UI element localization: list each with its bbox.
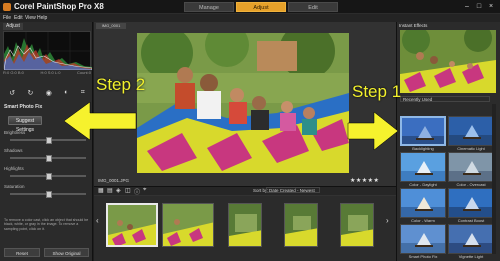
menu-edit[interactable]: Edit bbox=[14, 14, 23, 22]
folder-icon[interactable]: ▤ bbox=[107, 187, 113, 194]
effect-preset[interactable] bbox=[400, 188, 446, 218]
brightness-slider-knob[interactable] bbox=[46, 137, 52, 144]
filmstrip-thumb[interactable] bbox=[162, 203, 214, 247]
effect-preset-label: Color - Overcast bbox=[456, 182, 486, 187]
effect-preset[interactable] bbox=[400, 224, 446, 254]
instant-effects-preview bbox=[400, 30, 496, 93]
tab-manage[interactable]: Manage bbox=[184, 2, 234, 12]
effect-preset[interactable] bbox=[448, 188, 494, 218]
saturation-label: Saturation bbox=[4, 184, 25, 189]
rotate-left-icon[interactable]: ↺ bbox=[9, 89, 15, 97]
panel-tab-adjust[interactable]: Adjust bbox=[3, 23, 23, 30]
grid-view-icon[interactable]: ▦ bbox=[98, 187, 104, 194]
shadows-label: Shadows bbox=[4, 148, 23, 153]
chevron-right-icon[interactable]: › bbox=[386, 216, 389, 225]
step-1-label: Step 1 bbox=[352, 82, 402, 101]
menu-view[interactable]: View bbox=[25, 14, 36, 22]
brightness-label: Brightness bbox=[4, 130, 26, 135]
arrow-left-annotation bbox=[63, 101, 137, 141]
filmstrip-thumb[interactable] bbox=[284, 203, 318, 247]
menu-help[interactable]: Help bbox=[37, 14, 47, 22]
effect-preset-label: Cinematic Light bbox=[457, 146, 485, 151]
highlights-slider-knob[interactable] bbox=[46, 173, 52, 180]
histogram-rgb-value: R:0 G:0 B:0 bbox=[3, 70, 24, 75]
instant-effects-title: Instant Effects bbox=[399, 23, 428, 28]
saturation-slider-knob[interactable] bbox=[46, 191, 52, 198]
menu-file[interactable]: File bbox=[3, 14, 11, 22]
crop-icon[interactable]: ⌗ bbox=[81, 89, 85, 97]
effect-preset[interactable] bbox=[448, 152, 494, 182]
tab-edit[interactable]: Edit bbox=[288, 2, 338, 12]
shadows-slider[interactable] bbox=[10, 155, 86, 162]
show-original-button[interactable]: Show Original bbox=[44, 248, 89, 257]
minimize-icon[interactable]: – bbox=[462, 2, 472, 12]
tab-adjust[interactable]: Adjust bbox=[236, 2, 286, 12]
highlights-slider[interactable] bbox=[10, 173, 86, 180]
effect-preset[interactable] bbox=[400, 152, 446, 182]
effect-preset-label: Color - Daylight bbox=[409, 182, 437, 187]
rating-stars[interactable]: ★★★★★ bbox=[350, 177, 379, 184]
reset-button[interactable]: Reset bbox=[4, 248, 40, 257]
saturation-slider[interactable] bbox=[10, 191, 86, 198]
filmstrip-thumb[interactable] bbox=[340, 203, 374, 247]
left-toolbar: ↺ ↻ ◉ ◐ ⌗ bbox=[3, 88, 91, 97]
effect-preset-label: Smart Photo Fix bbox=[408, 254, 438, 259]
tag-icon[interactable]: ◈ bbox=[116, 187, 121, 194]
suggest-settings-button[interactable]: Suggest Settings bbox=[8, 116, 42, 133]
histogram bbox=[3, 31, 93, 71]
compare-icon[interactable]: ◫ bbox=[125, 187, 131, 194]
rotate-right-icon[interactable]: ↻ bbox=[27, 89, 33, 97]
effects-category-dropdown[interactable]: Recently Used bbox=[400, 96, 490, 102]
effect-preset-label: Vignette Light bbox=[458, 254, 484, 259]
file-name: IMG_0001.JPG bbox=[98, 178, 130, 183]
step-2-label: Step 2 bbox=[96, 75, 146, 94]
effect-preset-label: Color - Warm bbox=[411, 218, 435, 223]
document-tab[interactable]: IMG_0001 bbox=[96, 23, 126, 29]
filmstrip-thumb[interactable] bbox=[228, 203, 262, 247]
chevron-left-icon[interactable]: ‹ bbox=[96, 216, 99, 225]
highlights-label: Highlights bbox=[4, 166, 24, 171]
histogram-hsl-value: H:0 S:0 L:0 bbox=[40, 70, 61, 75]
histogram-readout: R:0 G:0 B:0 H:0 S:0 L:0 Count:0 bbox=[3, 70, 91, 76]
info-icon[interactable]: ⓘ bbox=[134, 187, 140, 196]
effect-preset[interactable] bbox=[448, 116, 494, 146]
right-panel-scrollbar[interactable] bbox=[492, 104, 496, 254]
main-photo[interactable] bbox=[137, 33, 349, 173]
tone-icon[interactable]: ◐ bbox=[64, 89, 68, 96]
maximize-icon[interactable]: □ bbox=[474, 2, 484, 12]
app-title: Corel PaintShop Pro X8 bbox=[14, 2, 104, 11]
smart-photo-fix-title: Smart Photo Fix bbox=[4, 104, 43, 110]
effect-preset-label: Backlighting bbox=[412, 146, 434, 151]
histogram-count-value: Count:0 bbox=[76, 70, 91, 75]
arrow-right-annotation bbox=[347, 111, 399, 151]
effect-preset[interactable] bbox=[448, 224, 494, 254]
map-icon[interactable]: ⌖ bbox=[143, 187, 146, 194]
close-icon[interactable]: × bbox=[486, 2, 496, 12]
effect-preset[interactable] bbox=[400, 116, 446, 146]
menu-bar bbox=[0, 14, 500, 22]
filmstrip-thumb[interactable] bbox=[106, 203, 158, 247]
shadows-slider-knob[interactable] bbox=[46, 155, 52, 162]
sort-dropdown[interactable]: Date Created - Newest bbox=[266, 187, 320, 193]
color-cast-note: To remove a color cast, click an object … bbox=[4, 218, 89, 231]
effect-preset-label: Contrast Boost bbox=[457, 218, 485, 223]
app-logo-icon bbox=[3, 3, 11, 11]
red-eye-icon[interactable]: ◉ bbox=[46, 89, 52, 97]
